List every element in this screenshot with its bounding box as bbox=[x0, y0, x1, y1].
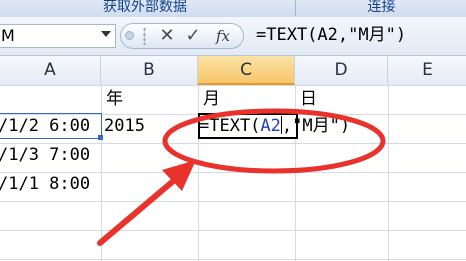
cell-b1[interactable]: 年 bbox=[106, 85, 123, 114]
chevron-down-icon[interactable] bbox=[101, 31, 111, 37]
cell-a4[interactable]: /1/1 8:00 bbox=[0, 170, 90, 199]
cell-d1[interactable]: 日 bbox=[300, 85, 317, 114]
formula-cell-reference: A2 bbox=[260, 116, 281, 136]
ribbon-group-external-data[interactable]: 获取外部数据 bbox=[0, 0, 290, 16]
fill-handle[interactable] bbox=[98, 135, 103, 140]
ribbon: 获取外部数据 连接 bbox=[0, 0, 466, 18]
formula-input[interactable]: =TEXT(A2,"M月") bbox=[256, 25, 406, 45]
grid-line bbox=[388, 85, 389, 261]
name-box-value: M bbox=[1, 26, 15, 45]
grid-line bbox=[101, 85, 102, 261]
grip-dots-icon[interactable] bbox=[143, 27, 146, 45]
grid-line bbox=[295, 85, 296, 261]
grid-line bbox=[198, 85, 199, 261]
column-header-e[interactable]: E bbox=[388, 56, 466, 85]
column-header-c[interactable]: C bbox=[198, 56, 295, 85]
formula-buttons: ✕ ✓ fx bbox=[120, 23, 244, 49]
cell-a3[interactable]: /1/3 7:00 bbox=[0, 141, 90, 170]
ribbon-group-connections[interactable]: 连接 bbox=[295, 0, 466, 16]
spreadsheet-window: 获取外部数据 连接 M ✕ ✓ fx =TEXT(A2,"M月") A B C … bbox=[0, 0, 466, 261]
formula-prefix: =TEXT( bbox=[199, 116, 261, 136]
cell-c2-formula[interactable]: =TEXT(A2,"M月") bbox=[199, 115, 350, 137]
formula-bar: M ✕ ✓ fx =TEXT(A2,"M月") bbox=[0, 17, 466, 56]
expand-circle-icon bbox=[125, 31, 134, 40]
column-header-a[interactable]: A bbox=[0, 56, 101, 85]
enter-check-icon[interactable]: ✓ bbox=[183, 26, 203, 46]
column-headers: A B C D E bbox=[0, 56, 466, 86]
column-header-d[interactable]: D bbox=[295, 56, 388, 85]
formula-suffix: ,"M月") bbox=[281, 116, 351, 136]
cell-a2[interactable]: /1/2 6:00 bbox=[0, 112, 90, 141]
name-box[interactable]: M bbox=[0, 24, 116, 48]
insert-function-icon[interactable]: fx bbox=[209, 26, 237, 46]
cell-c1[interactable]: 月 bbox=[203, 85, 220, 114]
cell-b2[interactable]: 2015 bbox=[104, 112, 145, 141]
column-header-b[interactable]: B bbox=[101, 56, 198, 85]
cancel-icon[interactable]: ✕ bbox=[157, 26, 177, 46]
